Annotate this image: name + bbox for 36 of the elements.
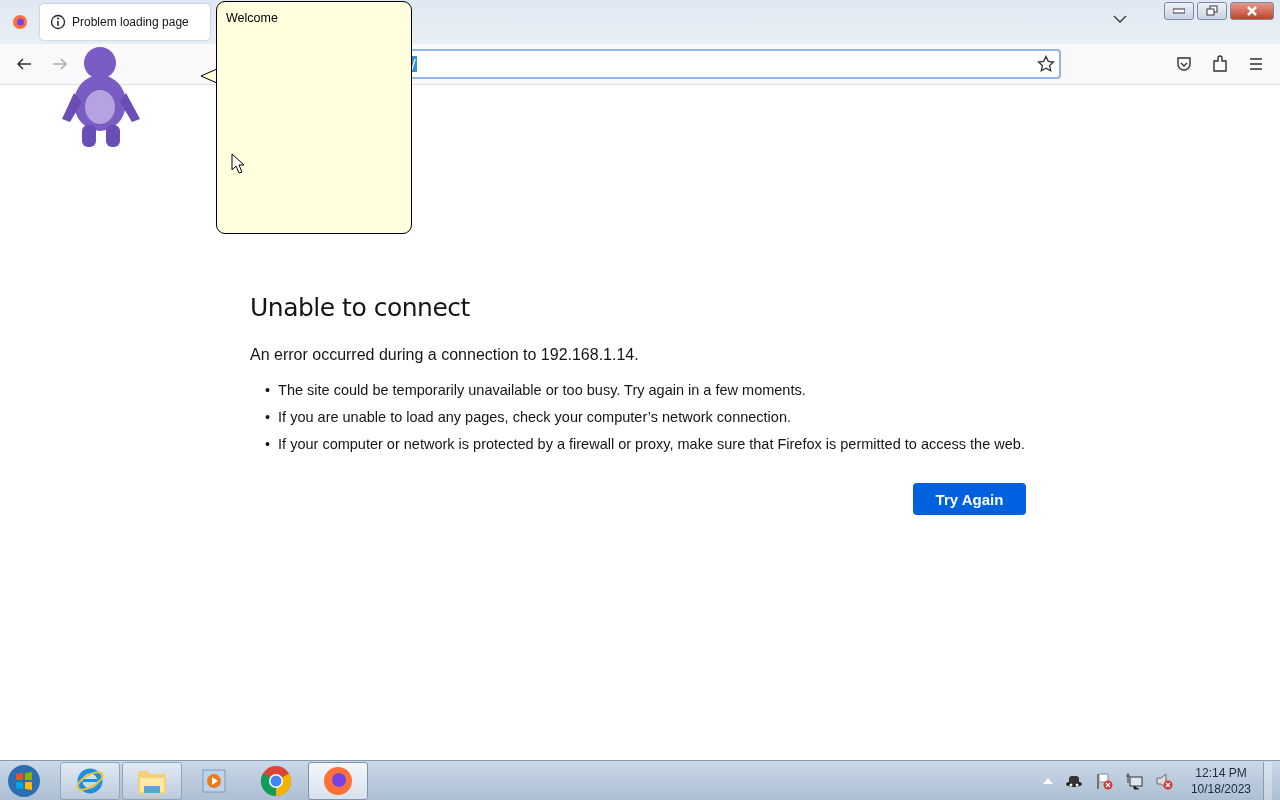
browser-tab[interactable]: Problem loading page (40, 4, 210, 40)
windows-logo-icon (7, 763, 41, 798)
mouse-cursor-icon (231, 153, 245, 174)
close-icon (1246, 6, 1258, 16)
flag-error-icon[interactable] (1094, 771, 1113, 790)
clock-time[interactable]: 12:14 PM (1195, 764, 1247, 781)
error-message: An error occurred during a connection to 192.168.1.14. (250, 346, 640, 364)
bookmark-star-icon[interactable] (1037, 55, 1055, 73)
info-icon (50, 14, 66, 30)
clock-date[interactable]: 10/18/2023 (1190, 780, 1251, 797)
minimize-button[interactable] (1164, 2, 1194, 20)
taskbar-button[interactable] (60, 761, 120, 800)
bullet-mark: • (265, 408, 271, 427)
taskbar-button[interactable] (308, 761, 368, 800)
tab-list-chevron-icon[interactable] (1113, 14, 1127, 24)
forward-arrow-icon (52, 57, 68, 71)
suggestion-text: The site could be temporarily unavailable or too busy. Try again in a few moments. (278, 381, 806, 400)
chrome-icon (260, 764, 292, 797)
network-disconnected-icon[interactable] (1124, 771, 1143, 790)
try-again-button[interactable]: Try Again (913, 483, 1026, 515)
firefox-icon[interactable] (12, 14, 28, 30)
restore-button[interactable] (1197, 2, 1227, 20)
bullet-mark: • (265, 381, 271, 400)
back-arrow-icon (16, 57, 32, 71)
minimize-icon (1173, 8, 1185, 14)
close-button[interactable] (1230, 2, 1274, 20)
restore-icon (1206, 5, 1218, 17)
firefox-icon (322, 764, 354, 797)
balloon-text: Welcome (226, 11, 278, 25)
bullet-mark: • (265, 435, 271, 454)
suggestion-text: If your computer or network is protected by a firewall or proxy, make sure that Firefox is permitted to access the web. (278, 435, 1025, 454)
media-player-icon (201, 767, 227, 794)
error-title: Unable to connect (250, 293, 471, 322)
volume-muted-icon[interactable] (1154, 771, 1173, 790)
suggestion-text: If you are unable to load any pages, check your computer’s network connection. (278, 408, 791, 427)
hat-icon[interactable] (1064, 773, 1083, 788)
